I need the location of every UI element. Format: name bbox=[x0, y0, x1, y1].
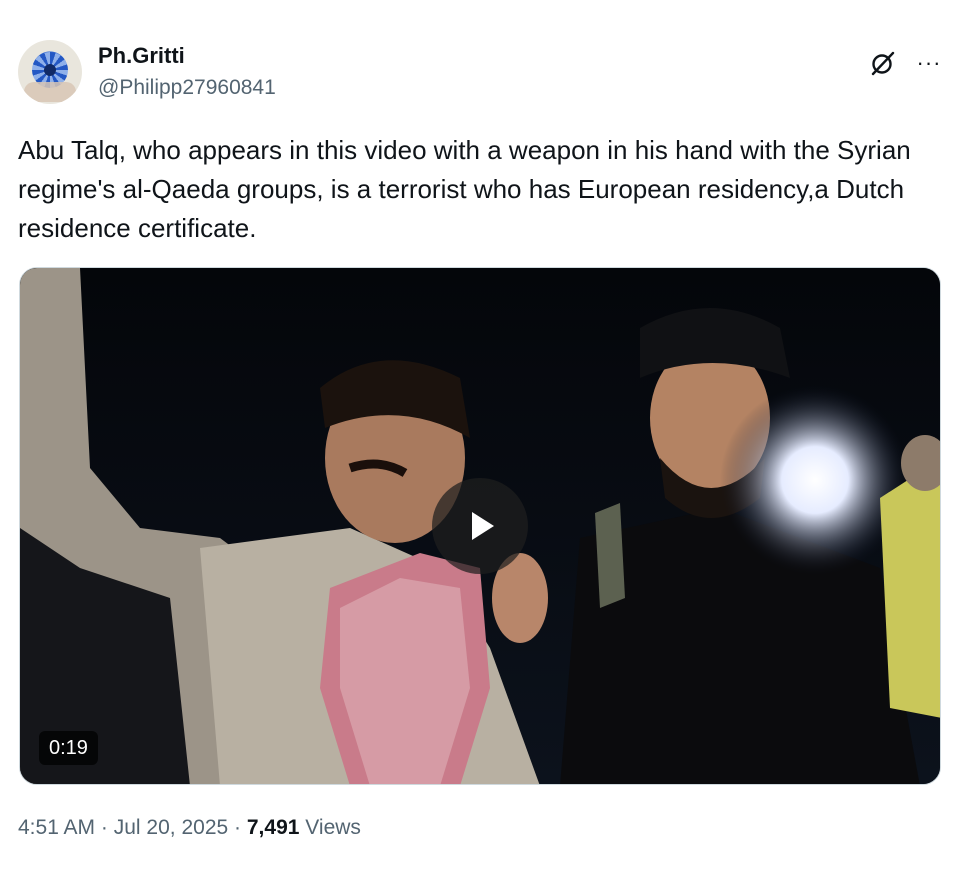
avatar[interactable] bbox=[18, 40, 82, 104]
play-button[interactable] bbox=[432, 478, 528, 574]
grok-icon[interactable] bbox=[868, 48, 898, 78]
views-label: Views bbox=[305, 816, 361, 839]
meta-separator-2: · bbox=[234, 816, 242, 839]
tweet-date[interactable]: Jul 20, 2025 bbox=[114, 816, 228, 839]
tweet-time[interactable]: 4:51 AM bbox=[18, 816, 95, 839]
more-options-icon[interactable]: ··· bbox=[914, 48, 944, 78]
tweet-meta: 4:51 AM · Jul 20, 2025 · 7,491 Views bbox=[18, 816, 361, 840]
play-icon bbox=[472, 512, 494, 540]
meta-separator: · bbox=[100, 816, 108, 839]
video-player[interactable]: 0:19 bbox=[19, 267, 941, 785]
author-handle[interactable]: @Philipp27960841 bbox=[98, 76, 276, 100]
author-display-name[interactable]: Ph.Gritti bbox=[98, 43, 185, 69]
tweet-header: Ph.Gritti @Philipp27960841 ··· bbox=[18, 40, 948, 110]
tweet-text: Abu Talq, who appears in this video with… bbox=[18, 135, 911, 243]
views-count[interactable]: 7,491 bbox=[247, 816, 300, 839]
video-duration: 0:19 bbox=[39, 731, 98, 765]
